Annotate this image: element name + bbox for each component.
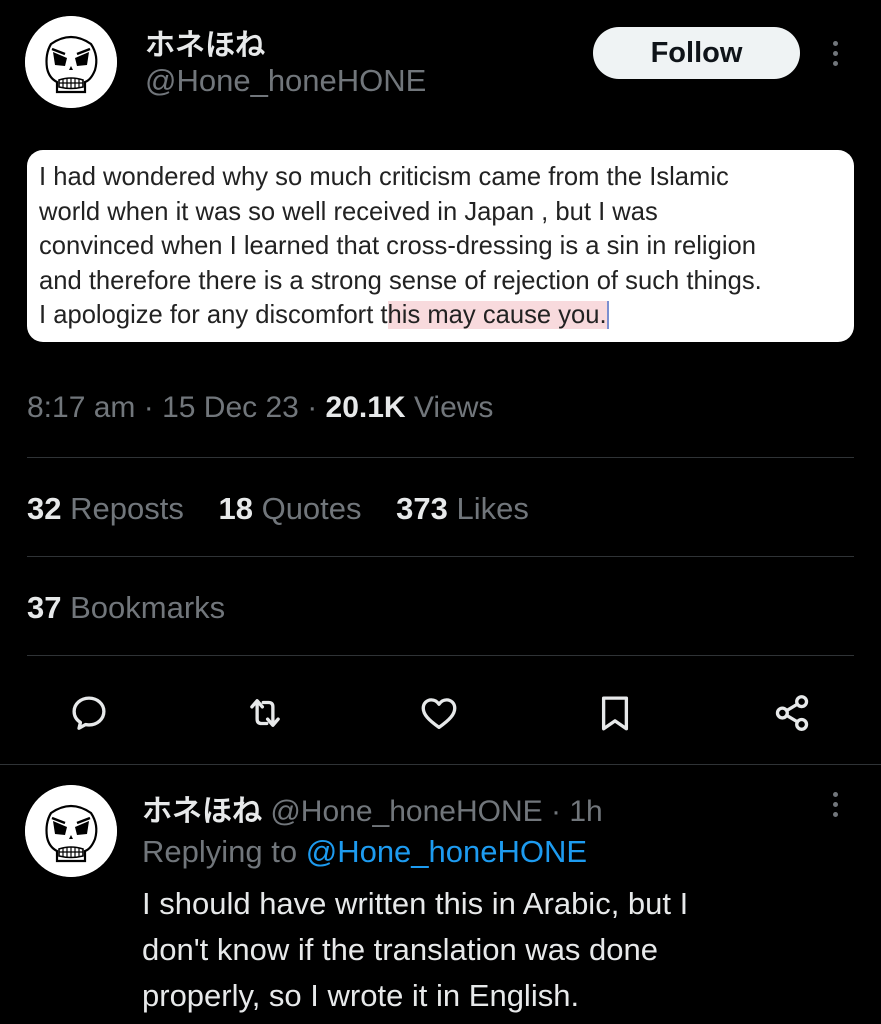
reply-more-options-icon[interactable] xyxy=(830,792,840,817)
author-display-name[interactable]: ホネほね xyxy=(145,20,265,64)
image-text-line: I had wondered why so much criticism cam… xyxy=(39,163,729,191)
skull-avatar-image xyxy=(25,785,117,877)
bookmarks-label: Bookmarks xyxy=(70,590,226,625)
bookmarks-count: 37 xyxy=(27,590,62,625)
share-icon xyxy=(775,695,809,731)
reply-text-line: properly, so I wrote it in English. xyxy=(142,978,580,1013)
reply-avatar[interactable] xyxy=(25,785,117,877)
reply-button[interactable] xyxy=(66,690,112,736)
reply-author-handle[interactable]: @Hone_honeHONE xyxy=(270,795,542,828)
bookmark-button[interactable] xyxy=(592,690,638,736)
image-text-highlight: his may cause you. xyxy=(387,301,609,329)
reply-time[interactable]: 1h xyxy=(569,795,602,828)
image-text-line: and therefore there is a strong sense of… xyxy=(39,266,762,295)
skull-avatar-image xyxy=(25,16,117,108)
reply-text-line: I should have written this in Arabic, bu… xyxy=(142,886,689,921)
replying-to-mention[interactable]: @Hone_honeHONE xyxy=(306,834,587,869)
repost-icon xyxy=(250,699,280,727)
reply-header: ホネほね @Hone_honeHONE · 1h xyxy=(142,786,603,830)
meta-separator: · xyxy=(550,795,561,828)
bookmark-icon xyxy=(601,696,629,731)
repost-button[interactable] xyxy=(242,690,288,736)
bookmarks-stat[interactable]: 37 Bookmarks xyxy=(27,590,225,626)
likes-label: Likes xyxy=(456,491,529,526)
reposts-count: 32 xyxy=(27,491,62,526)
quotes-label: Quotes xyxy=(261,491,362,526)
image-text-line: world when it was so well received in Ja… xyxy=(39,197,658,226)
like-icon xyxy=(421,698,457,730)
share-button[interactable] xyxy=(769,690,815,736)
reply-author-name[interactable]: ホネほね xyxy=(142,795,262,828)
quotes-count: 18 xyxy=(218,491,253,526)
replying-to: Replying to @Hone_honeHONE xyxy=(142,834,587,870)
tweet-meta: 8:17 am · 15 Dec 23 · 20.1K Views xyxy=(27,391,493,425)
more-options-icon[interactable] xyxy=(830,41,840,66)
author-handle[interactable]: @Hone_honeHONE xyxy=(145,63,426,99)
reply-text-line: don't know if the translation was done xyxy=(142,932,659,967)
meta-separator: · xyxy=(143,391,154,424)
meta-separator: · xyxy=(307,391,318,424)
like-button[interactable] xyxy=(416,690,462,736)
views-count: 20.1K xyxy=(325,391,406,424)
tweet-time[interactable]: 8:17 am xyxy=(27,391,135,424)
quotes-stat[interactable]: 18 Quotes xyxy=(218,491,361,526)
divider xyxy=(27,655,854,656)
image-text-line: convinced when I learned that cross-dres… xyxy=(39,232,756,260)
avatar[interactable] xyxy=(25,16,117,108)
likes-count: 373 xyxy=(396,491,448,526)
section-divider xyxy=(0,764,881,765)
divider xyxy=(27,457,854,458)
replying-to-label: Replying to xyxy=(142,834,298,869)
image-text-plain: I apologize for any discomfort t xyxy=(39,301,388,329)
image-text-line: I apologize for any discomfort this may … xyxy=(39,298,842,333)
tweet-date[interactable]: 15 Dec 23 xyxy=(162,391,299,424)
reposts-stat[interactable]: 32 Reposts xyxy=(27,491,184,526)
likes-stat[interactable]: 373 Likes xyxy=(396,491,529,526)
reply-text: I should have written this in Arabic, bu… xyxy=(142,881,688,1019)
reply-icon xyxy=(72,696,106,730)
engagement-stats: 32 Reposts 18 Quotes 373 Likes xyxy=(27,491,555,527)
reposts-label: Reposts xyxy=(70,491,184,526)
divider xyxy=(27,556,854,557)
post-image[interactable]: I had wondered why so much criticism cam… xyxy=(27,150,854,342)
views-label: Views xyxy=(413,391,494,424)
follow-button[interactable]: Follow xyxy=(593,27,800,79)
